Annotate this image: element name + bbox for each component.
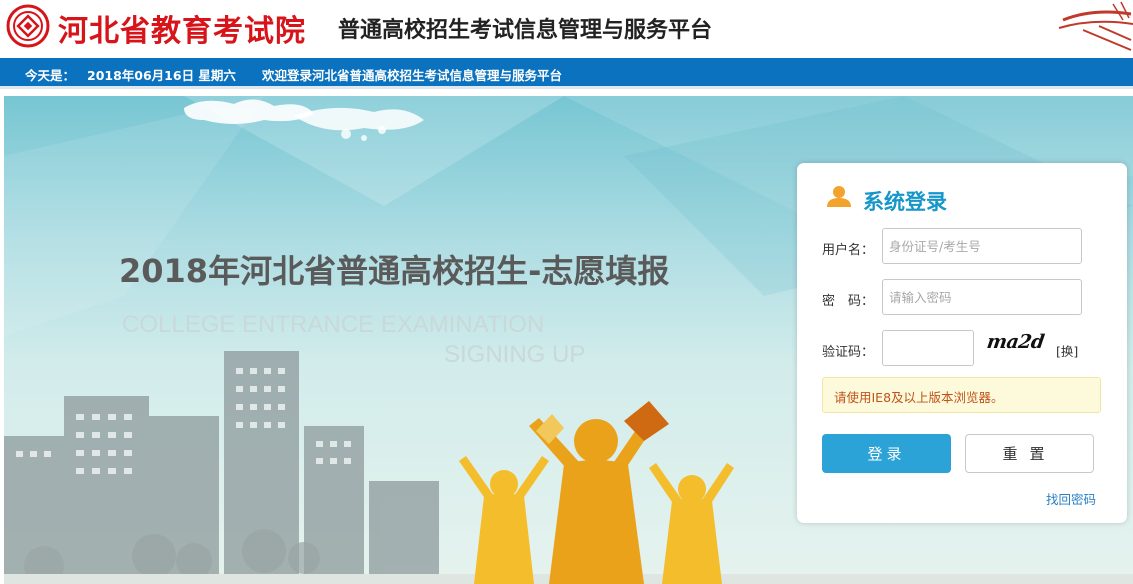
user-icon (827, 186, 851, 207)
captcha-input[interactable] (882, 330, 974, 366)
org-name: 河北省教育考试院 (58, 14, 306, 49)
reset-button[interactable]: 重置 (965, 434, 1094, 473)
password-input[interactable] (882, 279, 1082, 315)
platform-name: 普通高校招生考试信息管理与服务平台 (338, 18, 713, 43)
login-button[interactable]: 登录 (822, 434, 951, 473)
captcha-label: 验证码： (822, 345, 875, 360)
username-label: 用户名： (822, 243, 875, 258)
login-panel: 系统登录 用户名： 密 码： 验证码： ma2d [换] 请使用IE8及以上版本… (797, 163, 1127, 523)
info-bar: 今天是： 2018年06月16日 星期六 欢迎登录河北省普通高校招生考试信息管理… (0, 58, 1133, 89)
browser-notice: 请使用IE8及以上版本浏览器。 (822, 377, 1101, 413)
banner-subtitle-line1: COLLEGE ENTRANCE EXAMINATION (122, 311, 545, 338)
username-input[interactable] (882, 228, 1082, 264)
banner-subtitle-line2: SIGNING UP (444, 341, 586, 368)
password-label: 密 码： (822, 294, 875, 309)
date-label: 今天是： (25, 68, 76, 83)
welcome-text: 欢迎登录河北省普通高校招生考试信息管理与服务平台 (262, 68, 563, 83)
date-value: 2018年06月16日 星期六 (87, 68, 236, 83)
banner-title: 2018年河北省普通高校招生-志愿填报 (119, 252, 670, 290)
login-title: 系统登录 (863, 190, 947, 214)
header: 河北省教育考试院 普通高校招生考试信息管理与服务平台 (0, 0, 1133, 58)
exam-authority-logo (6, 4, 50, 48)
forgot-password-link[interactable]: 找回密码 (1046, 489, 1096, 508)
graduates-figures (459, 401, 734, 584)
decorative-pavilion-icon (1058, 1, 1133, 51)
refresh-captcha-link[interactable]: [换] (1056, 341, 1078, 360)
captcha-image[interactable]: ma2d (985, 331, 1045, 353)
